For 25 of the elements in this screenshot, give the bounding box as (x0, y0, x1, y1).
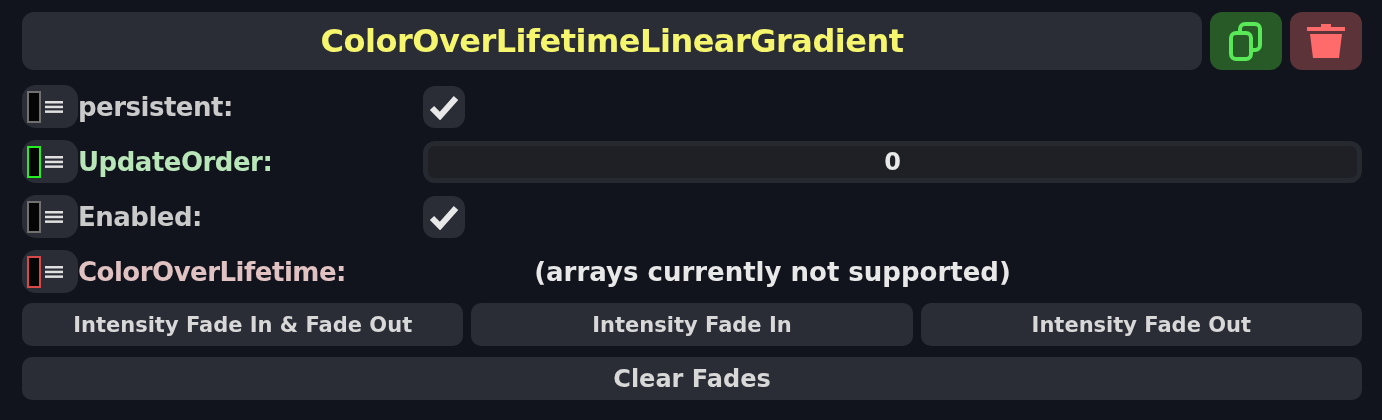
checkmark-icon (429, 203, 459, 230)
field-handle[interactable] (22, 140, 78, 183)
field-handle[interactable] (22, 250, 78, 293)
clear-fades-button[interactable]: Clear Fades (22, 357, 1362, 400)
menu-icon (45, 99, 63, 114)
field-handle[interactable] (22, 195, 78, 238)
delete-button[interactable] (1290, 12, 1362, 70)
fade-button[interactable]: Intensity Fade Out (920, 303, 1362, 346)
field-handle[interactable] (22, 85, 78, 128)
number-field[interactable]: 0 (423, 140, 1362, 183)
field-label: ColorOverLifetime: (78, 256, 347, 287)
field-label: UpdateOrder: (78, 146, 274, 177)
field-label: Enabled: (78, 201, 203, 232)
menu-icon (45, 209, 63, 224)
checkbox[interactable] (423, 85, 465, 128)
fade-button[interactable]: Intensity Fade In & Fade Out (22, 303, 464, 346)
menu-icon (45, 264, 63, 279)
copy-button[interactable] (1210, 12, 1282, 70)
menu-icon (45, 154, 63, 169)
fade-button[interactable]: Intensity Fade In (471, 303, 913, 346)
unsupported-note: (arrays currently not supported) (533, 256, 1012, 287)
checkmark-icon (429, 93, 459, 120)
checkbox[interactable] (423, 195, 465, 238)
field-label: persistent: (78, 91, 234, 122)
component-title: ColorOverLifetimeLinearGradient (22, 12, 1202, 70)
